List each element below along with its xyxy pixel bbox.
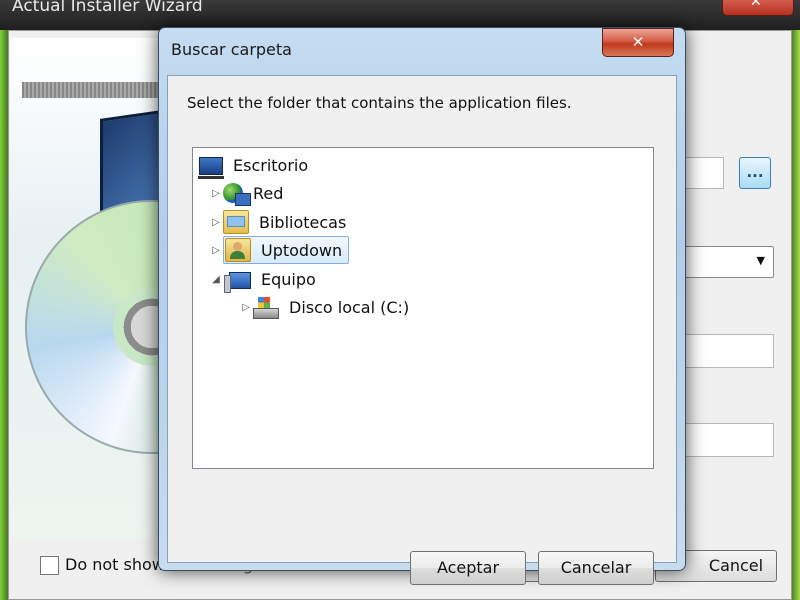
- expand-arrow-icon[interactable]: ▷: [239, 302, 253, 313]
- browse-button[interactable]: ...: [739, 157, 771, 189]
- tree-item-equipo[interactable]: ◢ Equipo: [209, 267, 319, 293]
- wizard-input-2[interactable]: [680, 423, 774, 457]
- selection-highlight: Uptodown: [223, 236, 350, 264]
- tree-item-label: Equipo: [261, 269, 316, 289]
- folder-path-input[interactable]: [680, 157, 724, 189]
- tree-item-label: Escritorio: [233, 155, 309, 175]
- tree-item-label: Red: [253, 183, 284, 203]
- dialog-prompt: Select the folder that contains the appl…: [187, 94, 572, 112]
- wizard-titlebar: Actual Installer Wizard: [0, 0, 800, 30]
- dialog-close-button[interactable]: ✕: [602, 28, 674, 57]
- dialog-title: Buscar carpeta: [171, 40, 292, 59]
- tree-item-uptodown[interactable]: ▷ Uptodown: [209, 236, 350, 264]
- tree-item-disco-local[interactable]: ▷ Disco local (C:): [239, 295, 412, 319]
- wizard-title: Actual Installer Wizard: [12, 0, 203, 16]
- collapse-arrow-icon[interactable]: ◢: [209, 274, 223, 285]
- browse-folder-dialog: Buscar carpeta ✕ Select the folder that …: [158, 27, 686, 585]
- wizard-dropdown[interactable]: [680, 246, 774, 278]
- tree-item-bibliotecas[interactable]: ▷ Bibliotecas: [209, 210, 349, 234]
- tree-item-red[interactable]: ▷ Red: [209, 181, 286, 206]
- wizard-input-1[interactable]: [680, 334, 774, 368]
- network-globe-icon: [223, 183, 251, 206]
- wizard-close-button[interactable]: [722, 0, 794, 16]
- user-folder-icon: [225, 238, 251, 262]
- expand-arrow-icon[interactable]: ▷: [209, 217, 223, 228]
- banner-stripe: [22, 82, 172, 98]
- cancel-button[interactable]: Cancelar: [538, 551, 654, 585]
- tree-item-label: Bibliotecas: [259, 212, 347, 232]
- computer-icon: [224, 271, 251, 293]
- desktop-icon: [198, 157, 224, 179]
- local-disk-icon: [253, 296, 279, 319]
- folder-tree[interactable]: Escritorio ▷ Red ▷ Bibliotecas ▷ Uptodow…: [192, 147, 654, 469]
- tree-item-label: Uptodown: [261, 240, 343, 260]
- dont-show-checkbox[interactable]: [40, 556, 59, 575]
- expand-arrow-icon[interactable]: ▷: [209, 245, 223, 256]
- accept-button[interactable]: Aceptar: [410, 551, 526, 585]
- tree-item-label: Disco local (C:): [289, 297, 410, 317]
- dialog-body: Select the folder that contains the appl…: [167, 75, 677, 585]
- expand-arrow-icon[interactable]: ▷: [209, 188, 223, 199]
- libraries-folder-icon: [223, 210, 249, 234]
- tree-item-escritorio[interactable]: Escritorio: [198, 153, 311, 179]
